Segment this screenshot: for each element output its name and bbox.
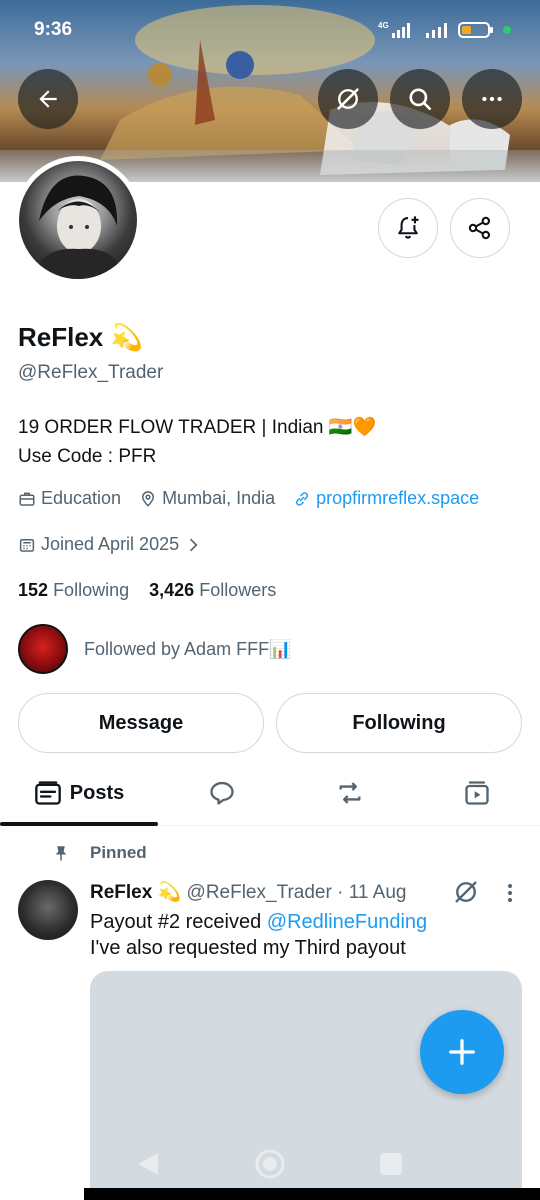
avatar-illustration [34,175,124,279]
grok-icon [455,881,477,903]
signal-icon: 4G [378,21,410,38]
location-pin-icon [142,490,155,507]
followed-by-row[interactable]: Followed by Adam FFF📊 [18,624,291,674]
location-label: Mumbai, India [162,488,276,508]
tab-posts-label: Posts [69,781,125,804]
profile-category: Education [18,488,121,509]
following-count-link[interactable]: 152 Following [18,580,134,600]
grok-button[interactable] [318,69,378,129]
tweet-header: ReFlex 💫 @ReFlex_Trader · 11 Aug [90,880,406,904]
followed-by-text: Followed by Adam FFF📊 [84,638,292,659]
chevron-right-icon [190,538,198,551]
profile-joined[interactable]: Joined April 2025 [18,534,208,555]
system-nav-bar [90,1140,522,1190]
grok-icon [337,88,359,110]
profile-handle: @ReFlex_Trader [18,362,164,383]
tweet-author-handle[interactable]: @ReFlex_Trader [187,882,332,903]
pin-icon [55,846,67,861]
tweet-more-button[interactable] [498,880,522,911]
arrow-left-icon [39,90,57,108]
category-label: Education [41,488,122,508]
nav-recents-icon [380,1153,402,1175]
battery-icon [458,22,493,38]
screen-bottom-edge [84,1188,540,1200]
message-button[interactable]: Message [18,693,264,753]
followers-count-label: Followers [199,580,277,600]
active-tab-indicator [0,822,158,826]
bio-line-1: 19 ORDER FLOW TRADER | Indian 🇮🇳🧡 [18,417,377,438]
search-button[interactable] [390,69,450,129]
avatar-image [19,161,137,279]
tab-replies[interactable] [158,760,286,826]
tab-reposts[interactable] [286,760,414,826]
profile-name: ReFlex 💫 [18,322,143,352]
svg-text:4G: 4G [378,21,389,30]
tweet-text: Payout #2 received @RedlineFunding I've … [90,909,427,961]
reply-bubble-icon [210,781,234,805]
more-horizontal-icon [482,96,502,102]
followers-count-link[interactable]: 3,426 Followers [149,580,276,600]
status-time: 9:36 [34,19,73,40]
calendar-icon [19,538,35,552]
repost-icon [339,782,361,804]
link-icon [296,491,309,506]
notifications-button[interactable] [378,198,438,258]
tweet-text-line-2: I've also requested my Third payout [90,937,406,959]
profile-tabs: Posts [0,760,540,826]
follow-counts: 152 Following 3,426 Followers [18,580,276,601]
status-icons: 4G [378,20,512,40]
tab-media[interactable] [414,760,540,826]
search-icon [409,88,432,111]
followers-count: 3,426 [149,580,195,600]
media-play-icon [465,781,489,805]
profile-location: Mumbai, India [139,488,275,509]
signal-icon-2 [426,23,447,38]
profile-website-link[interactable]: propfirmreflex.space [293,488,479,509]
profile-joined-row[interactable]: Joined April 2025 [18,534,226,555]
briefcase-icon [19,492,35,506]
pinned-indicator: Pinned [52,843,147,863]
following-count: 152 [18,580,49,600]
tab-posts[interactable]: Posts [0,760,158,826]
status-bar: 9:36 4G [0,0,540,60]
joined-label: Joined April 2025 [41,534,180,554]
plus-icon [449,1039,475,1065]
back-button[interactable] [18,69,78,129]
tweet-separator: · [331,882,349,903]
pinned-label: Pinned [90,843,147,862]
tweet-text-line-1: Payout #2 received @RedlineFunding [90,909,427,935]
following-button[interactable]: Following [276,693,522,753]
system-nav-buttons [138,1149,402,1179]
following-count-label: Following [53,580,130,600]
profile-meta-row: Education Mumbai, India propfirmreflex.s… [18,488,497,509]
follower-avatar [18,624,68,674]
bell-plus-icon [398,216,419,239]
nav-back-icon [138,1153,158,1175]
tweet-mention-link[interactable]: @RedlineFunding [267,911,427,933]
share-icon [468,216,491,240]
tweet-author-avatar[interactable] [18,880,78,940]
compose-post-button[interactable] [420,1010,504,1094]
profile-avatar[interactable] [14,156,142,284]
tweet-date[interactable]: 11 Aug [349,882,407,903]
more-vertical-icon [508,884,512,902]
share-button[interactable] [450,198,510,258]
notification-dot-icon [503,26,511,34]
profile-bio: 19 ORDER FLOW TRADER | Indian 🇮🇳🧡 Use Co… [18,413,376,471]
more-button[interactable] [462,69,522,129]
tweet-author-name[interactable]: ReFlex 💫 [90,882,181,903]
website-label[interactable]: propfirmreflex.space [316,488,479,509]
posts-icon [34,781,61,805]
bio-line-2: Use Code : PFR [18,446,157,467]
tweet-text-prefix: Payout #2 received [90,911,267,933]
tweet-grok-button[interactable] [452,878,480,911]
